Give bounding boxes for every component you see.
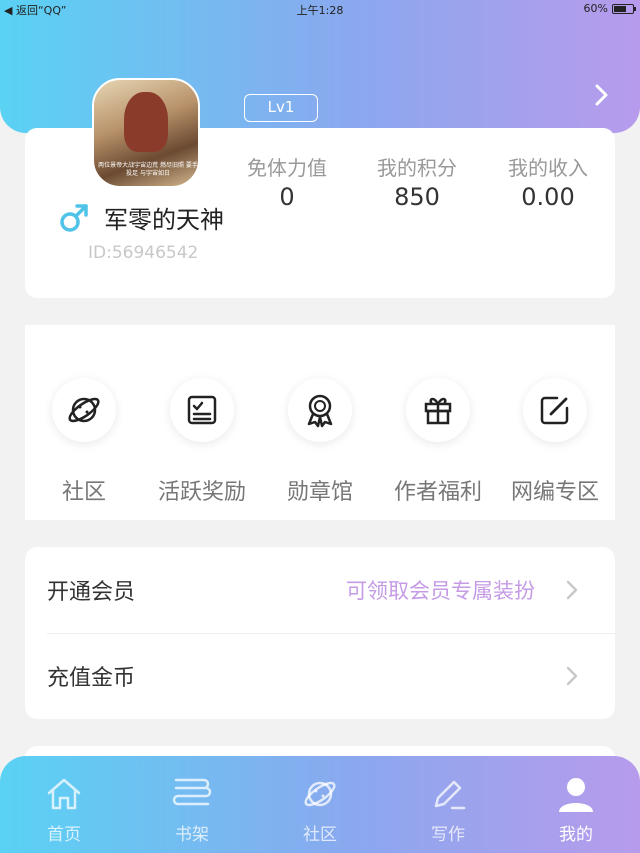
stat-points[interactable]: 我的积分 850 (362, 152, 472, 211)
gift-icon (424, 397, 452, 425)
planet-icon (68, 397, 100, 423)
tab-mine[interactable]: 我的 (521, 774, 631, 845)
stat-stamina[interactable]: 免体力值 0 (232, 152, 342, 211)
battery-icon (612, 3, 636, 14)
battery-percent: 60% (583, 2, 608, 15)
stat-value: 850 (394, 183, 440, 211)
checklist-icon (187, 395, 217, 425)
menu-row-recharge[interactable]: 充值金币 (25, 633, 615, 719)
tab-label: 首页 (47, 825, 81, 845)
feature-icon-circle (52, 378, 116, 442)
feature-activity-rewards[interactable]: 活跃奖励 (143, 378, 261, 506)
feature-community[interactable]: 社区 (25, 378, 143, 506)
user-id: ID:56946542 (88, 243, 199, 263)
avatar-figure (124, 92, 168, 152)
status-bar: ◀ 返回“QQ” 上午1:28 60% (0, 0, 640, 18)
stat-income[interactable]: 我的收入 0.00 (493, 152, 603, 211)
feature-icon-circle (523, 378, 587, 442)
feature-icon-circle (406, 378, 470, 442)
stat-label: 我的积分 (377, 156, 457, 180)
status-time: 上午1:28 (296, 4, 344, 17)
feature-icon-circle (170, 378, 234, 442)
tab-bookshelf[interactable]: 书架 (137, 774, 247, 845)
feature-label: 活跃奖励 (157, 480, 246, 505)
menu-row-membership[interactable]: 开通会员 可领取会员专属装扮 (25, 547, 615, 634)
tab-label: 写作 (431, 825, 465, 845)
tab-community[interactable]: 社区 (265, 774, 375, 845)
stat-label: 免体力值 (247, 156, 327, 180)
feature-label: 网编专区 (510, 480, 599, 505)
stat-label: 我的收入 (508, 156, 588, 180)
stat-value: 0.00 (521, 183, 575, 211)
user-icon (559, 778, 593, 812)
feature-editor-zone[interactable]: 网编专区 (496, 378, 614, 506)
feature-medal-hall[interactable]: 勋章馆 (261, 378, 379, 506)
tab-label: 社区 (303, 825, 337, 845)
avatar-caption: 两位景帝大战宇宙边荒 燃尽旧照 要手投足 与宇宙如日 (98, 162, 198, 177)
medal-icon (307, 394, 333, 428)
feature-icon-circle (288, 378, 352, 442)
bookshelf-icon (172, 778, 212, 806)
status-battery: 60% (583, 2, 636, 15)
edit-icon (540, 396, 569, 425)
feature-label: 勋章馆 (286, 480, 353, 505)
menu-hint: 可领取会员专属装扮 (346, 579, 535, 603)
feature-label: 社区 (61, 480, 106, 505)
menu-label: 开通会员 (47, 580, 136, 605)
tab-home[interactable]: 首页 (9, 774, 119, 845)
chevron-right-icon (566, 580, 578, 600)
avatar[interactable]: 两位景帝大战宇宙边荒 燃尽旧照 要手投足 与宇宙如日 (92, 78, 200, 188)
chevron-right-icon (566, 666, 578, 686)
chevron-right-icon[interactable] (590, 82, 614, 108)
username: 军零的天神 (104, 206, 224, 234)
stat-value: 0 (279, 183, 295, 211)
male-gender-icon (60, 204, 88, 232)
planet-icon (304, 781, 336, 807)
tab-label: 书架 (175, 825, 209, 845)
menu-card: 开通会员 可领取会员专属装扮 充值金币 (25, 547, 615, 719)
tab-label: 我的 (559, 825, 593, 845)
feature-label: 作者福利 (393, 480, 482, 505)
home-icon (47, 778, 81, 810)
menu-label: 充值金币 (47, 666, 136, 691)
level-badge[interactable]: Lv1 (244, 94, 318, 122)
pen-icon (434, 780, 466, 810)
feature-author-benefits[interactable]: 作者福利 (379, 378, 497, 506)
tab-write[interactable]: 写作 (393, 774, 503, 845)
